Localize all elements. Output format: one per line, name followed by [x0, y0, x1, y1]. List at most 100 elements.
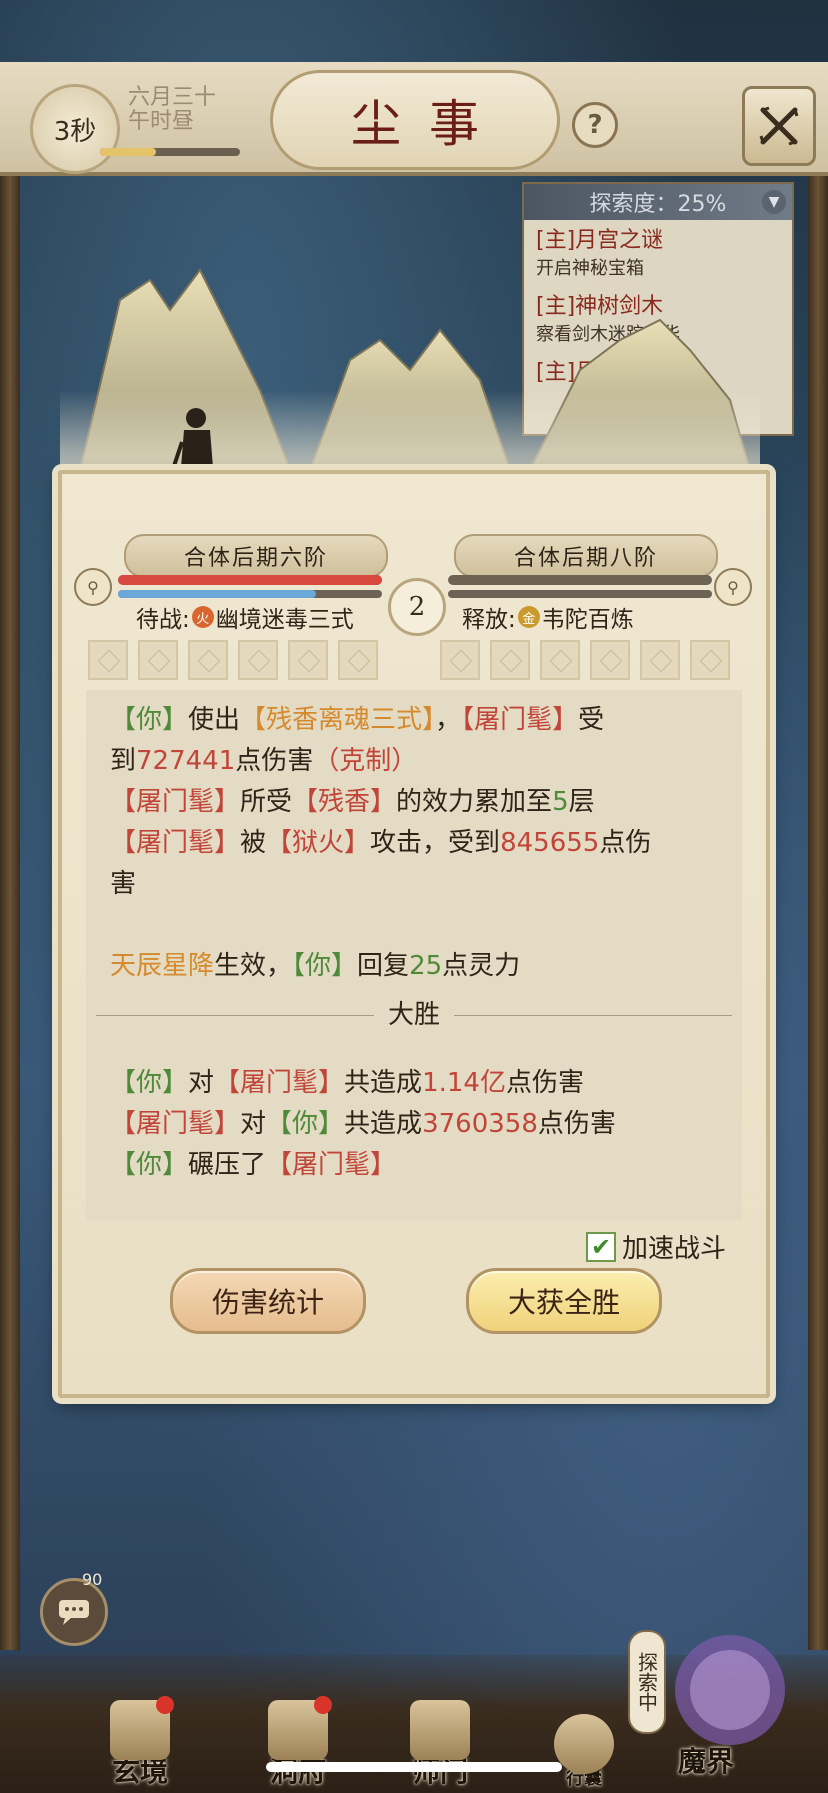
log-skill: 【残香离魂三式】 — [240, 705, 436, 735]
chevron-down-icon[interactable]: ▼ — [762, 190, 786, 214]
player-buff-slots — [88, 640, 378, 680]
log-damage: 1.14亿 — [422, 1068, 506, 1098]
checkmark-icon: ✔ — [590, 1232, 612, 1261]
log-text: 被 — [240, 828, 267, 858]
log-line: 到727441点伤害（克制） — [110, 741, 718, 782]
enemy-hp-bar — [448, 575, 712, 585]
date-line-1: 六月三十 — [128, 85, 217, 110]
enemy-skill: 释放: 金 韦陀百炼 — [462, 600, 634, 634]
buff-slot — [288, 640, 328, 680]
log-actor: 【你】 — [110, 705, 189, 735]
player-hp-bar — [118, 575, 382, 585]
nav-shimen[interactable]: 师门 — [390, 1700, 490, 1790]
log-text: 攻击，受到 — [370, 828, 501, 858]
notification-dot — [156, 1696, 174, 1714]
log-spacer — [110, 905, 718, 946]
divider-line — [454, 1014, 733, 1016]
scroll-icon — [110, 1696, 174, 1760]
log-stack: 5 — [552, 787, 569, 817]
timer-badge: 3秒 — [30, 84, 120, 174]
log-text: 害 — [110, 869, 137, 899]
log-text: 回复 — [357, 951, 410, 981]
log-actor: 【你】 — [110, 1068, 189, 1098]
log-line: 【屠门髦】被【狱火】攻击，受到845655点伤 — [110, 823, 718, 864]
log-damage: 3760358 — [422, 1109, 538, 1139]
battle-result: 大胜 — [388, 999, 441, 1030]
date-line-2: 午时昼 — [128, 109, 195, 134]
round-counter: 2 — [388, 578, 446, 636]
accelerate-checkbox[interactable]: ✔ — [586, 1231, 616, 1262]
nav-label: 魔界 — [678, 1745, 735, 1778]
nav-xuanjing[interactable]: 玄境 — [90, 1696, 190, 1790]
buff-slot — [540, 640, 580, 680]
accelerate-toggle[interactable]: ✔ 加速战斗 — [586, 1228, 726, 1265]
chat-count: 90 — [82, 1570, 103, 1589]
close-icon — [759, 106, 799, 146]
page-title: 尘事 — [270, 70, 560, 170]
frame-right — [808, 150, 828, 1650]
player-avatar[interactable]: ⚲ — [74, 568, 112, 606]
log-text: 共造成 — [344, 1109, 423, 1139]
log-text: 使出 — [188, 705, 241, 735]
battle-log[interactable]: 【你】使出【残香离魂三式】，【屠门髦】受 到727441点伤害（克制） 【屠门髦… — [86, 690, 742, 1220]
close-button[interactable] — [742, 86, 816, 166]
log-text: ， — [435, 705, 462, 735]
log-text: 的效力累加至 — [396, 787, 553, 817]
enemy-mp-bar — [448, 590, 712, 598]
victory-button[interactable]: 大获全胜 — [466, 1268, 662, 1334]
log-actor: 【你】 — [266, 1109, 345, 1139]
log-target: 【屠门髦】 — [461, 705, 579, 735]
enemy-realm: 合体后期八阶 — [454, 534, 718, 578]
home-indicator[interactable] — [266, 1762, 562, 1772]
help-button[interactable]: ? — [572, 102, 618, 148]
enemy-skill-prefix: 释放: — [462, 607, 516, 633]
enemy-avatar[interactable]: ⚲ — [714, 568, 752, 606]
log-text: 所受 — [240, 787, 293, 817]
log-text: 生效， — [214, 951, 293, 981]
log-line: 天辰星降生效，【你】回复25点灵力 — [110, 946, 718, 987]
demon-realm-icon — [675, 1635, 785, 1745]
metal-element-icon: 金 — [517, 606, 540, 628]
divider-line — [96, 1014, 374, 1016]
buff-slot — [188, 640, 228, 680]
log-effect: 【狱火】 — [266, 828, 371, 858]
log-text: 到 — [110, 746, 137, 776]
log-line: 【屠门髦】所受【残香】的效力累加至5层 — [110, 782, 718, 823]
player-skill-name: 幽境迷毒三式 — [215, 607, 354, 633]
damage-stats-button[interactable]: 伤害统计 — [170, 1268, 366, 1334]
banner-icon — [410, 1700, 470, 1760]
nav-xingnang[interactable]: 行囊 — [534, 1700, 634, 1790]
player-skill-prefix: 待战: — [136, 607, 190, 633]
log-damage: 727441 — [136, 746, 236, 776]
log-text: 对 — [240, 1109, 267, 1139]
log-spacer — [110, 1043, 718, 1063]
buff-slot — [440, 640, 480, 680]
buff-slot — [338, 640, 378, 680]
buff-slot — [640, 640, 680, 680]
frame-left — [0, 150, 20, 1650]
log-line: 害 — [110, 864, 718, 905]
nav-dongfu[interactable]: 洞府 — [248, 1696, 348, 1790]
player-mp-fill — [118, 590, 316, 598]
log-target: 【屠门髦】 — [266, 1150, 397, 1180]
log-text: 受 — [578, 705, 605, 735]
magnifier-icon: ⚲ — [87, 577, 99, 597]
player-mp-bar — [118, 590, 382, 598]
enemy-skill-name: 韦陀百炼 — [541, 607, 634, 633]
log-target: 【屠门髦】 — [110, 828, 241, 858]
bag-icon — [554, 1714, 614, 1774]
chat-icon — [59, 1600, 89, 1625]
log-text: 共造成 — [344, 1068, 423, 1098]
summary-line: 【你】碾压了【屠门髦】 — [110, 1145, 718, 1186]
log-counter: （克制） — [313, 746, 418, 776]
log-target: 【屠门髦】 — [214, 1068, 345, 1098]
log-text: 点灵力 — [442, 951, 521, 981]
enemy-buff-slots — [440, 640, 730, 680]
log-skill: 天辰星降 — [110, 951, 215, 981]
demon-realm-button[interactable]: 魔界 — [650, 1620, 810, 1790]
time-progress-bar — [100, 148, 240, 156]
summary-line: 【屠门髦】对【你】共造成3760358点伤害 — [110, 1104, 718, 1145]
accelerate-label: 加速战斗 — [622, 1234, 727, 1264]
log-target: 【屠门髦】 — [110, 787, 241, 817]
log-line: 【你】使出【残香离魂三式】，【屠门髦】受 — [110, 700, 718, 741]
